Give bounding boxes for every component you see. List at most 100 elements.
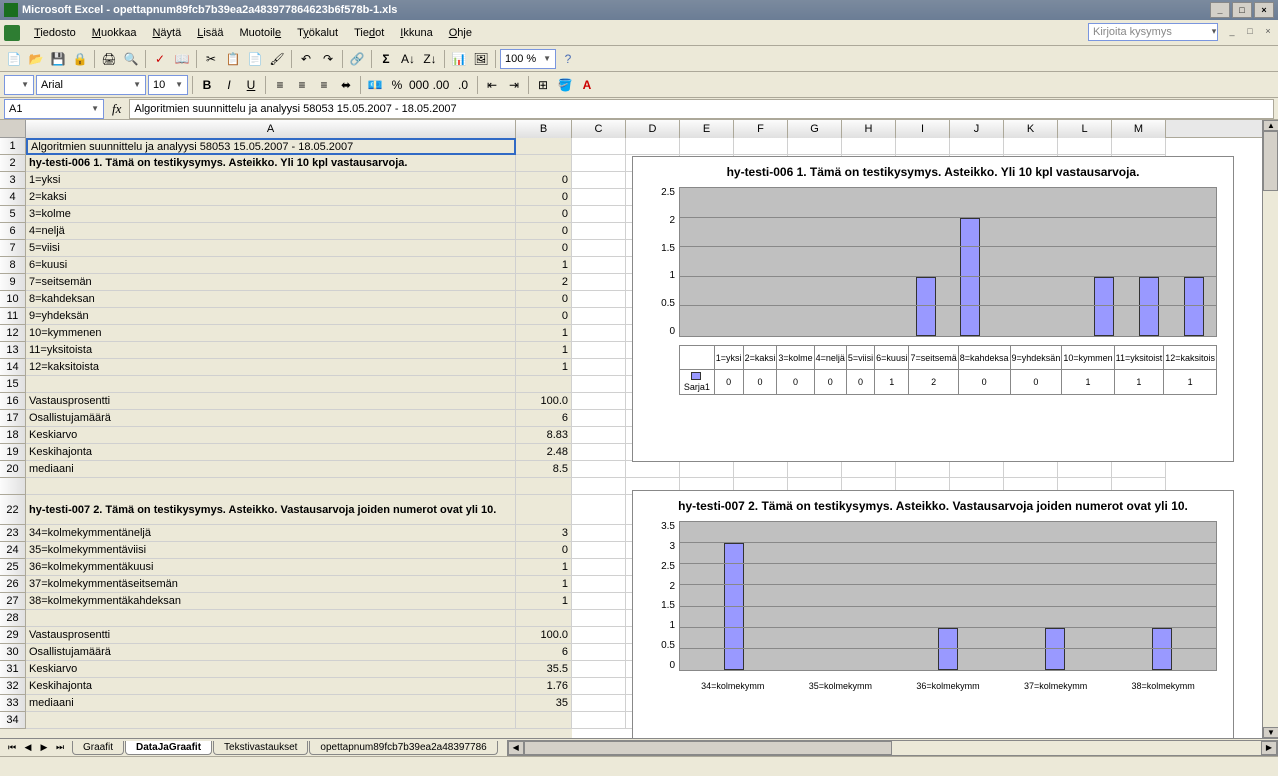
cell[interactable]: 0 bbox=[516, 172, 572, 189]
cell[interactable]: 0 bbox=[516, 308, 572, 325]
cell[interactable]: 1 bbox=[516, 257, 572, 274]
cell[interactable]: 1=yksi bbox=[26, 172, 516, 189]
cell[interactable] bbox=[572, 427, 626, 444]
decrease-indent-icon[interactable]: ⇤ bbox=[482, 75, 502, 95]
row-header[interactable]: 4 bbox=[0, 189, 26, 206]
row-header[interactable]: 13 bbox=[0, 342, 26, 359]
select-all-corner[interactable] bbox=[0, 120, 26, 138]
cell[interactable] bbox=[572, 342, 626, 359]
cell[interactable]: 7=seitsemän bbox=[26, 274, 516, 291]
redo-icon[interactable]: ↷ bbox=[318, 49, 338, 69]
col-header-J[interactable]: J bbox=[950, 120, 1004, 138]
scroll-left-button[interactable]: ◀ bbox=[508, 741, 524, 755]
tab-first-button[interactable]: ⏮ bbox=[4, 741, 20, 755]
col-header-C[interactable]: C bbox=[572, 120, 626, 138]
cell[interactable]: 0 bbox=[516, 189, 572, 206]
cell[interactable] bbox=[572, 257, 626, 274]
cell[interactable] bbox=[734, 138, 788, 155]
cell[interactable]: 5=viisi bbox=[26, 240, 516, 257]
cell[interactable] bbox=[788, 461, 842, 478]
cut-icon[interactable]: ✂ bbox=[201, 49, 221, 69]
cell[interactable]: Vastausprosentti bbox=[26, 393, 516, 410]
row-header[interactable]: 9 bbox=[0, 274, 26, 291]
cell[interactable] bbox=[572, 172, 626, 189]
doc-restore-button[interactable]: _ bbox=[1224, 24, 1240, 38]
menu-muotoile[interactable]: Muotoile bbox=[232, 25, 290, 41]
col-header-M[interactable]: M bbox=[1112, 120, 1166, 138]
col-header-D[interactable]: D bbox=[626, 120, 680, 138]
doc-close-button[interactable]: × bbox=[1260, 24, 1276, 38]
cell[interactable] bbox=[572, 576, 626, 593]
row-header[interactable]: 29 bbox=[0, 627, 26, 644]
cell[interactable]: Vastausprosentti bbox=[26, 627, 516, 644]
cell[interactable] bbox=[1112, 138, 1166, 155]
cell[interactable]: mediaani bbox=[26, 695, 516, 712]
menu-nayta[interactable]: Näytä bbox=[144, 25, 189, 41]
sort-asc-icon[interactable]: A↓ bbox=[398, 49, 418, 69]
cell[interactable]: 0 bbox=[516, 223, 572, 240]
cell[interactable]: 100.0 bbox=[516, 627, 572, 644]
merge-icon[interactable]: ⬌ bbox=[336, 75, 356, 95]
chart-icon[interactable]: 📊 bbox=[449, 49, 469, 69]
horizontal-scrollbar[interactable]: ◀ ▶ bbox=[507, 740, 1278, 756]
sheet-tab[interactable]: Graafit bbox=[72, 741, 124, 755]
cell[interactable] bbox=[1004, 138, 1058, 155]
cell[interactable]: 1 bbox=[516, 593, 572, 610]
sort-desc-icon[interactable]: Z↓ bbox=[420, 49, 440, 69]
cell[interactable]: 4=neljä bbox=[26, 223, 516, 240]
font-color-icon[interactable]: A bbox=[577, 75, 597, 95]
save-icon[interactable]: 💾 bbox=[48, 49, 68, 69]
row-header[interactable]: 31 bbox=[0, 661, 26, 678]
cell[interactable]: 35.5 bbox=[516, 661, 572, 678]
cell[interactable] bbox=[1058, 138, 1112, 155]
fx-icon[interactable]: fx bbox=[112, 101, 121, 117]
menu-tiedosto[interactable]: Tiedosto bbox=[26, 25, 84, 41]
cell[interactable] bbox=[572, 495, 626, 525]
cell[interactable]: Osallistujamäärä bbox=[26, 644, 516, 661]
cell[interactable]: 9=yhdeksän bbox=[26, 308, 516, 325]
cell[interactable] bbox=[572, 444, 626, 461]
new-icon[interactable]: 📄 bbox=[4, 49, 24, 69]
cell[interactable]: hy-testi-006 1. Tämä on testikysymys. As… bbox=[26, 155, 516, 172]
cell[interactable]: Keskiarvo bbox=[26, 661, 516, 678]
row-header[interactable] bbox=[0, 478, 26, 495]
align-left-icon[interactable]: ≡ bbox=[270, 75, 290, 95]
row-header[interactable]: 28 bbox=[0, 610, 26, 627]
cell[interactable] bbox=[572, 627, 626, 644]
menu-ohje[interactable]: Ohje bbox=[441, 25, 480, 41]
cell[interactable] bbox=[572, 678, 626, 695]
col-header-L[interactable]: L bbox=[1058, 120, 1112, 138]
cell[interactable] bbox=[842, 138, 896, 155]
style-dropdown[interactable]: ▼ bbox=[4, 75, 34, 95]
cell[interactable] bbox=[572, 610, 626, 627]
vertical-scrollbar[interactable]: ▲ ▼ bbox=[1262, 120, 1278, 738]
cell[interactable]: 1 bbox=[516, 576, 572, 593]
menu-tyokalut[interactable]: Työkalut bbox=[289, 25, 346, 41]
cell[interactable]: 11=yksitoista bbox=[26, 342, 516, 359]
cell[interactable] bbox=[516, 155, 572, 172]
cell[interactable] bbox=[572, 308, 626, 325]
restore-button[interactable]: □ bbox=[1232, 2, 1252, 18]
row-header[interactable]: 19 bbox=[0, 444, 26, 461]
cell[interactable] bbox=[572, 206, 626, 223]
col-header-A[interactable]: A bbox=[26, 120, 516, 138]
cell[interactable]: 1 bbox=[516, 559, 572, 576]
menu-ikkuna[interactable]: Ikkuna bbox=[392, 25, 440, 41]
row-header[interactable]: 6 bbox=[0, 223, 26, 240]
open-icon[interactable]: 📂 bbox=[26, 49, 46, 69]
row-header[interactable]: 34 bbox=[0, 712, 26, 729]
help-question-input[interactable]: Kirjoita kysymys bbox=[1088, 23, 1218, 41]
sheet-tab[interactable]: opettapnum89fcb7b39ea2a48397786 bbox=[309, 741, 497, 755]
row-header[interactable]: 20 bbox=[0, 461, 26, 478]
cell[interactable] bbox=[680, 461, 734, 478]
row-header[interactable]: 5 bbox=[0, 206, 26, 223]
doc-minimize-button[interactable]: ▾ bbox=[1206, 24, 1222, 38]
permission-icon[interactable]: 🔒 bbox=[70, 49, 90, 69]
cell[interactable] bbox=[26, 478, 516, 495]
fill-color-icon[interactable]: 🪣 bbox=[555, 75, 575, 95]
increase-decimal-icon[interactable]: .00 bbox=[431, 75, 451, 95]
cell[interactable] bbox=[572, 712, 626, 729]
row-header[interactable]: 27 bbox=[0, 593, 26, 610]
cell[interactable] bbox=[896, 138, 950, 155]
name-box[interactable]: A1▼ bbox=[4, 99, 104, 119]
